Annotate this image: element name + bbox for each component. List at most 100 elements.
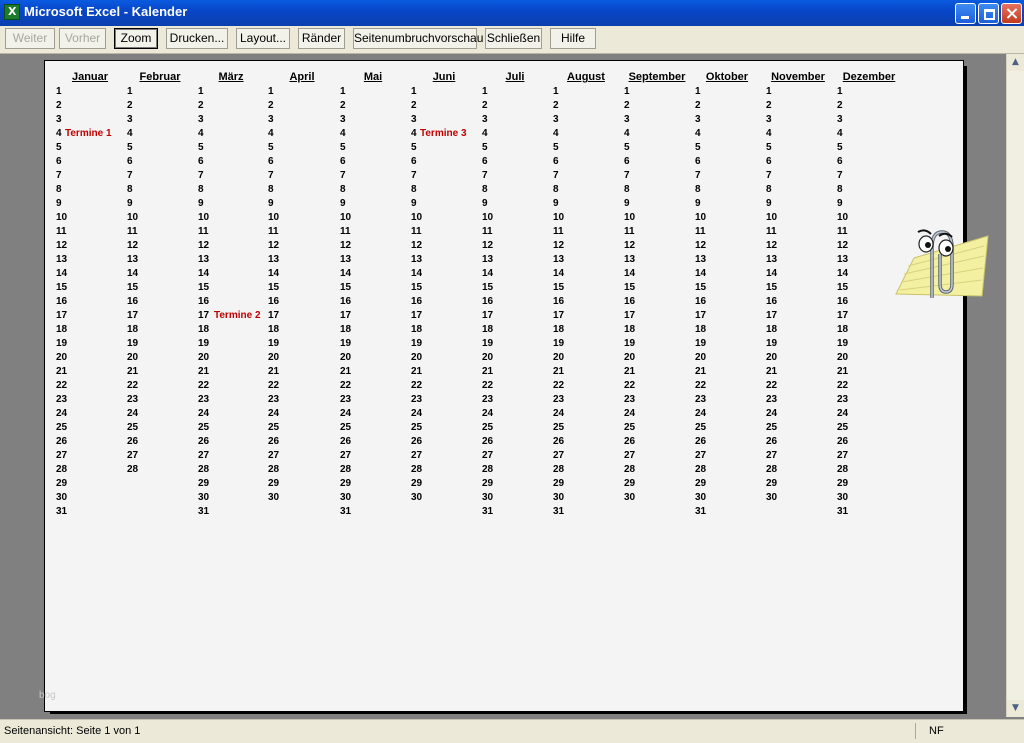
day-cell: 19	[127, 338, 139, 349]
day-cell: 10	[837, 212, 849, 223]
day-cell: 19	[553, 338, 565, 349]
day-cell: 5	[837, 142, 843, 153]
print-button[interactable]: Drucken...	[166, 28, 228, 49]
day-cell: 30	[56, 492, 68, 503]
day-cell: 19	[695, 338, 707, 349]
day-cell: 16	[56, 296, 68, 307]
day-cell: 20	[127, 352, 139, 363]
day-cell: 17	[837, 310, 849, 321]
day-cell: 27	[553, 450, 565, 461]
close-preview-button[interactable]: Schließen	[485, 28, 542, 49]
day-cell: 5	[624, 142, 630, 153]
day-cell: 23	[127, 394, 139, 405]
day-cell: 6	[198, 156, 204, 167]
day-cell: 10	[411, 212, 423, 223]
help-button[interactable]: Hilfe	[550, 28, 596, 49]
day-cell: 25	[198, 422, 210, 433]
day-cell: 24	[411, 408, 423, 419]
day-cell: 9	[624, 198, 630, 209]
day-cell: 3	[695, 114, 701, 125]
month-header: Oktober	[705, 71, 749, 83]
day-cell: 26	[411, 436, 423, 447]
day-cell: 27	[56, 450, 68, 461]
day-cell: 6	[340, 156, 346, 167]
day-cell: 23	[56, 394, 68, 405]
minimize-button[interactable]	[955, 3, 976, 24]
day-cell: 19	[268, 338, 280, 349]
day-cell: 14	[766, 268, 778, 279]
day-cell: 15	[127, 282, 139, 293]
day-cell: 2	[766, 100, 772, 111]
day-cell: 20	[198, 352, 210, 363]
day-cell: 25	[837, 422, 849, 433]
day-cell: 13	[695, 254, 707, 265]
day-cell: 13	[340, 254, 352, 265]
day-cell: 20	[766, 352, 778, 363]
day-cell: 24	[56, 408, 68, 419]
day-cell: 11	[553, 226, 564, 237]
window-title: Microsoft Excel - Kalender	[24, 4, 188, 19]
day-cell: 22	[198, 380, 210, 391]
day-cell: 9	[411, 198, 417, 209]
status-divider	[915, 723, 916, 739]
month-header: Dezember	[842, 71, 896, 83]
scroll-down-icon[interactable]: ▼	[1007, 700, 1024, 717]
day-cell: 16	[837, 296, 849, 307]
day-cell: 1	[340, 86, 346, 97]
day-cell: 26	[340, 436, 352, 447]
day-cell: 2	[411, 100, 417, 111]
day-cell: 17	[695, 310, 707, 321]
day-cell: 27	[624, 450, 636, 461]
day-cell: 7	[198, 170, 204, 181]
day-cell: 22	[837, 380, 849, 391]
day-cell: 29	[198, 478, 210, 489]
day-cell: 12	[482, 240, 494, 251]
day-cell: 20	[411, 352, 423, 363]
day-cell: 24	[482, 408, 494, 419]
day-cell: 2	[837, 100, 843, 111]
vertical-scrollbar[interactable]: ▲ ▼	[1006, 54, 1024, 717]
day-cell: 4	[340, 128, 346, 139]
day-cell: 23	[624, 394, 636, 405]
layout-button[interactable]: Layout...	[236, 28, 290, 49]
day-cell: 1	[695, 86, 701, 97]
day-cell: 19	[198, 338, 210, 349]
print-preview-toolbar: Weiter Vorher Zoom Drucken... Layout... …	[0, 26, 1024, 54]
day-cell: 10	[56, 212, 68, 223]
day-cell: 1	[268, 86, 274, 97]
day-cell: 18	[198, 324, 210, 335]
margins-button[interactable]: Ränder	[298, 28, 345, 49]
day-cell: 15	[837, 282, 849, 293]
day-cell: 29	[695, 478, 707, 489]
restore-button[interactable]	[978, 3, 999, 24]
day-cell: 5	[56, 142, 62, 153]
day-cell: 2	[553, 100, 559, 111]
day-cell: 6	[268, 156, 274, 167]
day-cell: 23	[695, 394, 707, 405]
day-cell: 6	[482, 156, 488, 167]
preview-page[interactable]	[44, 60, 964, 712]
day-cell: 24	[127, 408, 139, 419]
day-cell: 13	[482, 254, 494, 265]
zoom-button[interactable]: Zoom	[114, 28, 158, 49]
close-button[interactable]	[1001, 3, 1022, 24]
excel-app-icon[interactable]	[4, 4, 20, 20]
day-cell: 9	[766, 198, 772, 209]
page-break-preview-button[interactable]: Seitenumbruchvorschau	[353, 28, 483, 49]
day-cell: 25	[411, 422, 423, 433]
day-cell: 28	[268, 464, 280, 475]
day-cell: 15	[624, 282, 636, 293]
day-cell: 5	[766, 142, 772, 153]
next-page-button[interactable]: Weiter	[5, 28, 55, 49]
day-cell: 31	[340, 506, 352, 517]
scroll-up-icon[interactable]: ▲	[1007, 54, 1024, 71]
day-cell: 28	[624, 464, 636, 475]
day-cell: 17	[624, 310, 636, 321]
day-cell: 28	[198, 464, 210, 475]
day-cell: 18	[695, 324, 707, 335]
day-cell: 16	[624, 296, 636, 307]
day-cell: 21	[340, 366, 352, 377]
day-cell: 26	[624, 436, 636, 447]
office-assistant-clippy[interactable]	[894, 220, 990, 310]
previous-page-button[interactable]: Vorher	[59, 28, 106, 49]
